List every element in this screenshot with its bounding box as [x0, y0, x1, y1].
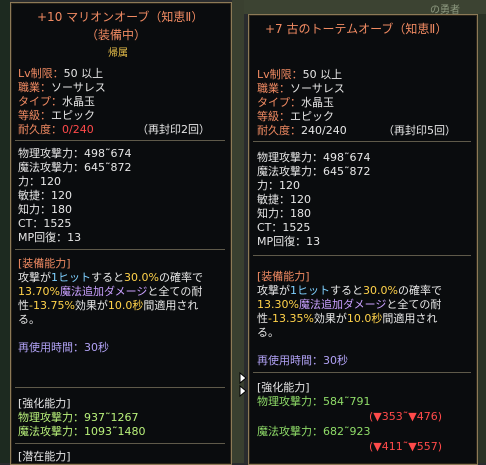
- item-title: +7 古のトーテムオーブ（知恵Ⅱ）: [265, 22, 448, 36]
- enhance-stat: 魔法攻撃力：682˜923: [257, 425, 371, 438]
- level-requirement: Lv制限：50 以上: [257, 68, 343, 81]
- class-requirement: 職業：ソーサレス: [257, 82, 345, 95]
- class-requirement: 職業：ソーサレス: [18, 81, 106, 94]
- equip-ability-header: [装備能力]: [257, 270, 310, 283]
- compare-item-tooltip: +7 古のトーテムオーブ（知恵Ⅱ） Lv制限：50 以上 職業：ソーサレス タイ…: [248, 14, 478, 465]
- stat-line: 物理攻撃力：498˜674: [18, 147, 132, 160]
- equip-ability-text: 性-13.75%効果が10.0秒間適用され: [18, 299, 199, 312]
- level-requirement: Lv制限：50 以上: [18, 67, 104, 80]
- background-left: [0, 0, 10, 463]
- stat-line: 知力：180: [257, 207, 311, 220]
- reuse-time: 再使用時間：30秒: [18, 341, 109, 354]
- enhance-stat: 物理攻撃力：584˜791: [257, 395, 371, 408]
- item-grade: 等級：エピック: [18, 109, 95, 122]
- item-title: +10 マリオンオーブ（知恵Ⅱ）: [37, 10, 204, 24]
- stat-line: 力：120: [18, 175, 61, 188]
- enhance-stat: 物理攻撃力：937˜1267: [18, 411, 139, 424]
- equip-ability-text: る。: [18, 313, 40, 326]
- equip-ability-text: 13.70%魔法追加ダメージと全ての耐: [18, 285, 203, 298]
- equip-ability-text: る。: [257, 326, 279, 339]
- reseal-count: （再封印5回）: [383, 124, 456, 137]
- stat-line: 魔法攻撃力：645˜872: [18, 161, 132, 174]
- enhance-stat: 魔法攻撃力：1093˜1480: [18, 425, 146, 438]
- enhance-diff: (▼411˜▼557): [369, 440, 442, 453]
- stat-line: 魔法攻撃力：645˜872: [257, 165, 371, 178]
- divider: [15, 387, 225, 388]
- enhance-header: [強化能力]: [18, 397, 71, 410]
- divider: [253, 141, 471, 142]
- enhance-header: [強化能力]: [257, 381, 310, 394]
- stat-line: 敏捷：120: [18, 189, 72, 202]
- equip-ability-text: 13.30%魔法追加ダメージと全ての耐: [257, 298, 442, 311]
- enhance-diff: (▼353˜▼476): [369, 410, 442, 423]
- divider: [15, 443, 225, 444]
- stat-line: MP回復：13: [257, 235, 321, 248]
- stat-line: 力：120: [257, 179, 300, 192]
- mouse-cursor-icon: [239, 372, 247, 398]
- stat-line: MP回復：13: [18, 231, 82, 244]
- reuse-time: 再使用時間：30秒: [257, 354, 348, 367]
- stat-line: 敏捷：120: [257, 193, 311, 206]
- divider: [15, 140, 225, 141]
- item-type: タイプ：水晶玉: [257, 96, 334, 109]
- reseal-count: （再封印2回）: [137, 123, 210, 136]
- divider: [253, 372, 471, 373]
- stat-line: 知力：180: [18, 203, 72, 216]
- equipped-label: （装備中）: [86, 28, 147, 42]
- bound-label: 帰属: [108, 48, 128, 59]
- stat-line: 物理攻撃力：498˜674: [257, 151, 371, 164]
- equip-ability-header: [装備能力]: [18, 257, 71, 270]
- item-grade: 等級：エピック: [257, 110, 334, 123]
- durability: 耐久度：240/240: [257, 124, 347, 137]
- potential-header: [潜在能力]: [18, 450, 71, 463]
- stat-line: CT：1525: [18, 217, 72, 230]
- durability: 耐久度：0/240: [18, 123, 94, 136]
- divider: [15, 249, 225, 250]
- equip-ability-text: 性-13.35%効果が10.0秒間適用され: [257, 312, 438, 325]
- stat-line: CT：1525: [257, 221, 311, 234]
- item-type: タイプ：水晶玉: [18, 95, 95, 108]
- equip-ability-text: 攻撃が1ヒットすると30.0%の確率で: [257, 284, 442, 297]
- divider: [253, 255, 471, 256]
- equipped-item-tooltip: +10 マリオンオーブ（知恵Ⅱ） （装備中） 帰属 Lv制限：50 以上 職業：…: [10, 2, 232, 465]
- equip-ability-text: 攻撃が1ヒットすると30.0%の確率で: [18, 271, 203, 284]
